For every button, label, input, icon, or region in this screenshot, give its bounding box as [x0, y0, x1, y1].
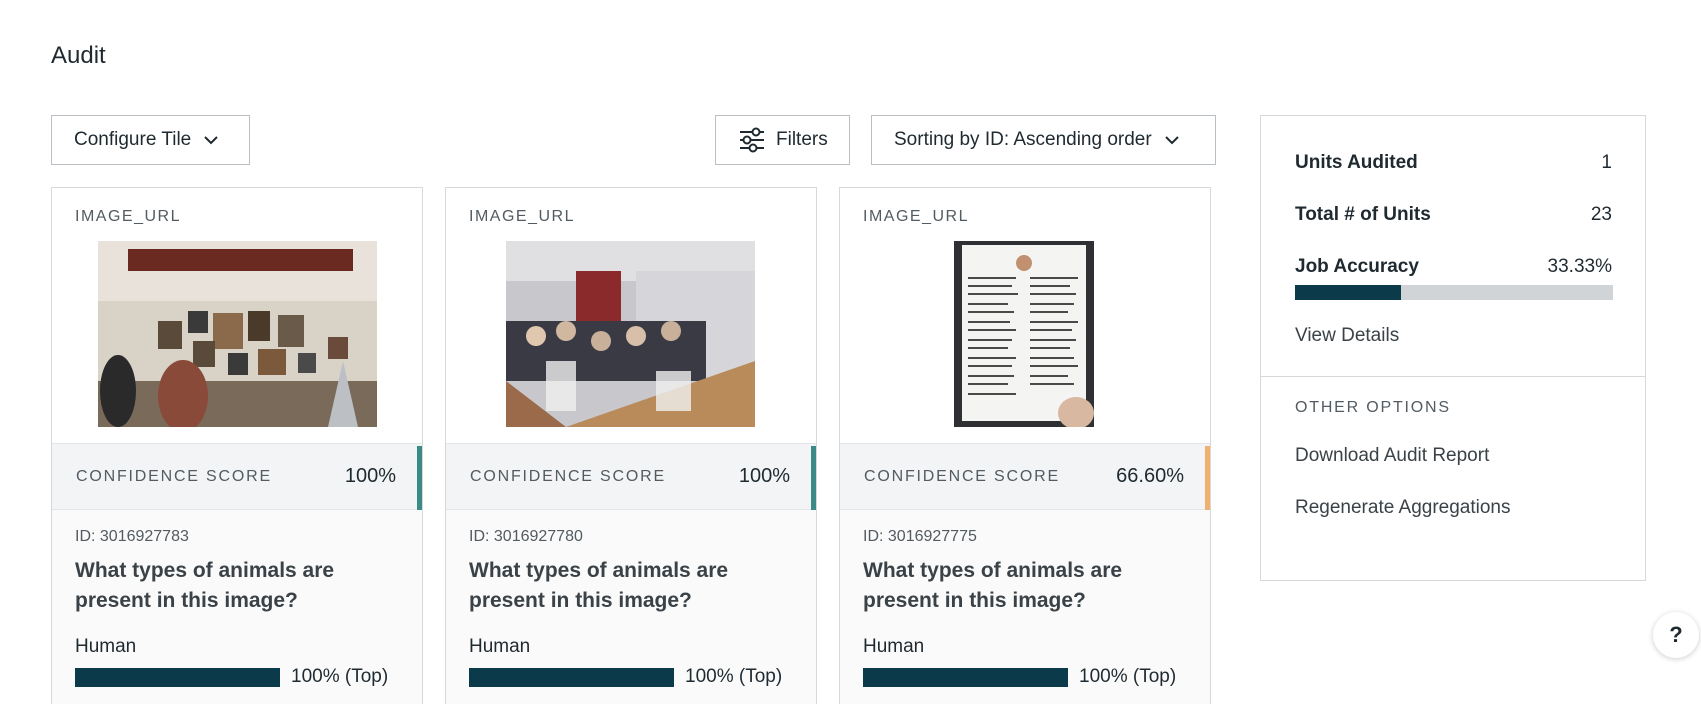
confidence-label: CONFIDENCE SCORE — [470, 467, 666, 485]
unit-id: ID: 3016927775 — [863, 528, 977, 545]
total-units-row: Total # of Units 23 — [1295, 204, 1612, 226]
unit-id: ID: 3016927783 — [75, 528, 189, 545]
unit-card[interactable]: IMAGE_URL CONFIDENCE SCORE 100% ID: 3016… — [445, 187, 817, 704]
confidence-value: 100% — [738, 465, 790, 487]
field-label: IMAGE_URL — [75, 208, 181, 225]
confidence-row: CONFIDENCE SCORE 100% — [446, 444, 816, 510]
total-units-label: Total # of Units — [1295, 204, 1431, 225]
answer-percentage: 100% (Top) — [291, 666, 389, 687]
units-audited-value: 1 — [1601, 152, 1612, 173]
field-label: IMAGE_URL — [863, 208, 969, 225]
other-options-heading: OTHER OPTIONS — [1295, 399, 1451, 416]
total-units-value: 23 — [1590, 204, 1612, 225]
question-text: What types of animals are present in thi… — [75, 559, 335, 612]
answer-label: Human — [75, 636, 137, 657]
divider — [1261, 376, 1645, 377]
units-audited-label: Units Audited — [1295, 152, 1418, 173]
sort-label: Sorting by ID: Ascending order — [894, 129, 1152, 150]
unit-image — [954, 241, 1094, 427]
answer-bar — [75, 667, 280, 687]
job-accuracy-fill — [1295, 285, 1401, 300]
question-text: What types of animals are present in thi… — [469, 559, 729, 612]
filters-button[interactable]: Filters — [715, 115, 850, 165]
confidence-value: 66.60% — [1116, 465, 1184, 487]
unit-card[interactable]: IMAGE_URL CONFIDENCE SCORE 100% ID: 3016… — [51, 187, 423, 704]
job-accuracy-label: Job Accuracy — [1295, 256, 1419, 277]
question-text: What types of animals are present in thi… — [863, 559, 1123, 612]
confidence-label: CONFIDENCE SCORE — [864, 467, 1060, 485]
configure-tile-label: Configure Tile — [74, 129, 192, 150]
confidence-row: CONFIDENCE SCORE 100% — [52, 444, 422, 510]
confidence-indicator — [811, 446, 816, 510]
confidence-indicator — [417, 446, 422, 510]
confidence-label: CONFIDENCE SCORE — [76, 467, 272, 485]
configure-tile-button[interactable]: Configure Tile — [51, 115, 250, 165]
regenerate-aggregations-link[interactable]: Regenerate Aggregations — [1295, 497, 1511, 519]
job-accuracy-value: 33.33% — [1547, 256, 1612, 277]
units-audited-row: Units Audited 1 — [1295, 152, 1612, 174]
answer-percentage: 100% (Top) — [1079, 666, 1177, 687]
answer-label: Human — [469, 636, 531, 657]
answer-label: Human — [863, 636, 925, 657]
chevron-down-icon — [1164, 132, 1180, 148]
job-accuracy-bar — [1295, 285, 1613, 300]
view-details-link[interactable]: View Details — [1295, 325, 1399, 347]
audit-summary-panel: Units Audited 1 Total # of Units 23 Job … — [1260, 115, 1646, 581]
job-accuracy-row: Job Accuracy 33.33% — [1295, 256, 1612, 278]
download-audit-report-link[interactable]: Download Audit Report — [1295, 445, 1489, 467]
confidence-indicator — [1205, 446, 1210, 510]
answer-percentage: 100% (Top) — [685, 666, 783, 687]
filters-label: Filters — [776, 129, 828, 150]
unit-image — [506, 241, 755, 427]
unit-image — [98, 241, 377, 427]
help-button[interactable]: ? — [1653, 612, 1699, 658]
confidence-row: CONFIDENCE SCORE 66.60% — [840, 444, 1210, 510]
sort-dropdown[interactable]: Sorting by ID: Ascending order — [871, 115, 1216, 165]
unit-card[interactable]: IMAGE_URL CONFIDENCE SCORE 66.60% ID: 30… — [839, 187, 1211, 704]
chevron-down-icon — [203, 132, 219, 148]
answer-bar — [469, 667, 674, 687]
page-title: Audit — [51, 42, 106, 69]
confidence-value: 100% — [344, 465, 396, 487]
field-label: IMAGE_URL — [469, 208, 575, 225]
answer-bar — [863, 667, 1068, 687]
sliders-icon — [738, 127, 766, 153]
unit-id: ID: 3016927780 — [469, 528, 583, 545]
